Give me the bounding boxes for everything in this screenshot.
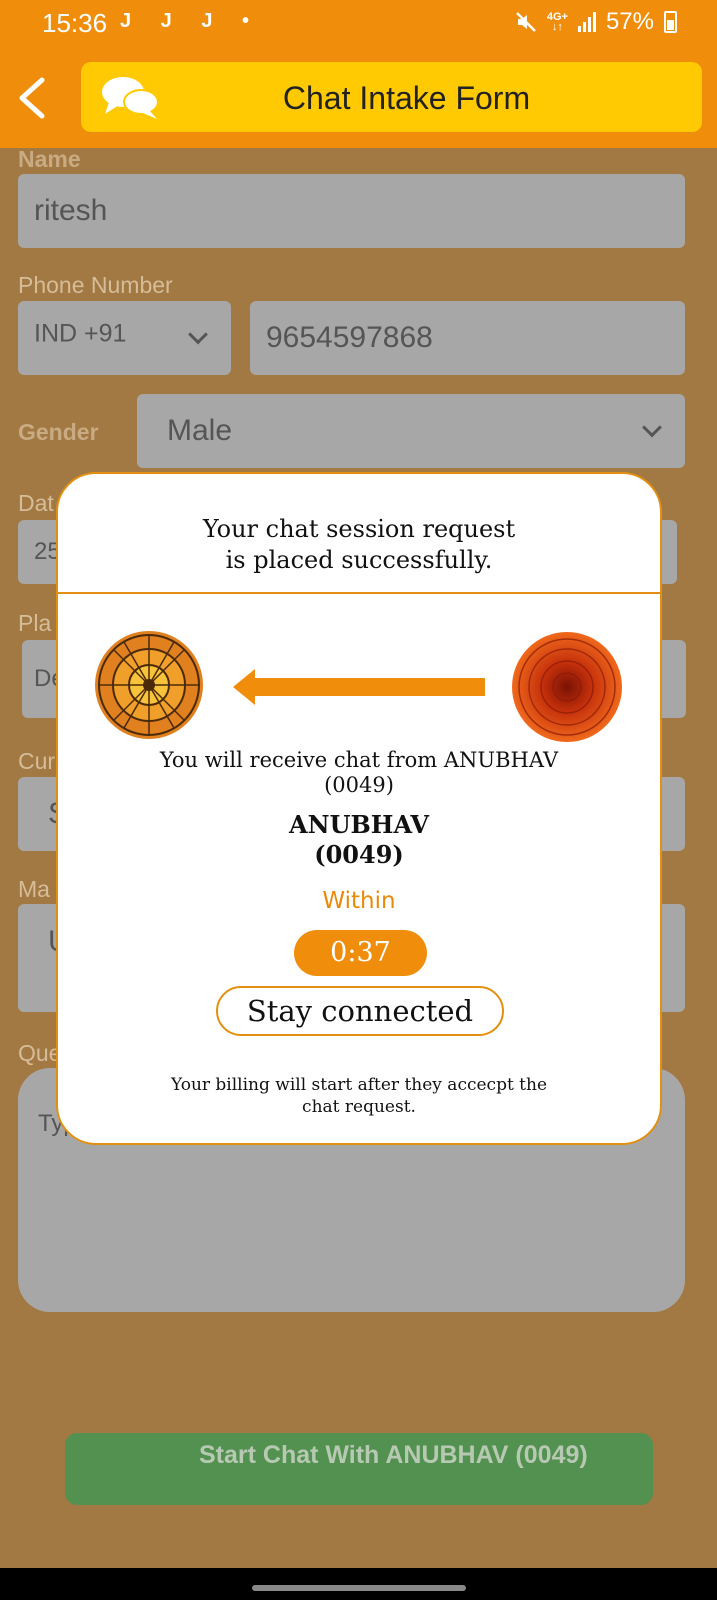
network-type: 4G+ ↓↑ xyxy=(546,11,568,33)
current-label: Cur xyxy=(18,748,56,774)
question-label: Que xyxy=(18,1040,62,1066)
marital-label: Ma xyxy=(18,876,50,902)
phone-field[interactable]: 9654597868 xyxy=(250,301,685,375)
chevron-down-icon xyxy=(188,324,208,345)
dialog-heading: Your chat session request is placed succ… xyxy=(202,515,516,574)
phone-value: 9654597868 xyxy=(266,321,433,354)
date-label: Dat xyxy=(18,490,54,516)
battery-icon xyxy=(664,11,677,33)
chevron-down-icon xyxy=(642,417,662,438)
system-nav-bar xyxy=(0,1568,717,1600)
left-arrow-icon xyxy=(233,669,485,705)
place-label: Pla xyxy=(18,610,52,636)
astrologer-name: ANUBHAV (0049) xyxy=(289,810,429,869)
dialog-divider xyxy=(58,592,660,594)
name-field[interactable]: ritesh xyxy=(18,174,685,248)
name-label: Name xyxy=(18,146,81,172)
status-bar: 15:36 J J J • 4G+ ↓↑ 57% xyxy=(0,0,717,48)
home-gesture-handle[interactable] xyxy=(252,1585,466,1591)
title-bar: Chat Intake Form xyxy=(81,62,702,132)
signal-icon xyxy=(577,12,596,32)
astrologer-avatar xyxy=(512,632,622,742)
gender-label: Gender xyxy=(18,419,99,445)
countdown-timer: 0:37 xyxy=(294,930,427,976)
stay-connected-button[interactable]: Stay connected xyxy=(216,986,504,1036)
mute-icon xyxy=(515,12,536,32)
receive-message: You will receive chat from ANUBHAV (0049… xyxy=(159,748,559,797)
gender-select[interactable]: Male xyxy=(137,394,685,468)
gender-value: Male xyxy=(167,414,233,447)
app-bar: Chat Intake Form xyxy=(0,48,717,148)
notification-icons: J J J • xyxy=(120,10,262,32)
page-title: Chat Intake Form xyxy=(282,80,531,116)
billing-note: Your billing will start after they accec… xyxy=(170,1075,548,1117)
chat-request-dialog: Your chat session request is placed succ… xyxy=(56,472,662,1145)
start-chat-button[interactable]: Start Chat With ANUBHAV (0049) xyxy=(65,1433,653,1505)
name-value: ritesh xyxy=(34,194,108,227)
within-label: Within xyxy=(322,888,396,914)
back-button[interactable] xyxy=(14,76,54,120)
status-right: 4G+ ↓↑ 57% xyxy=(515,8,677,36)
back-arrow-icon xyxy=(19,77,45,119)
country-code-value: IND +91 xyxy=(34,319,127,348)
phone-label: Phone Number xyxy=(18,272,173,298)
battery-percent: 57% xyxy=(605,8,654,35)
status-time: 15:36 xyxy=(42,8,108,38)
country-code-select[interactable]: IND +91 xyxy=(18,301,231,375)
zodiac-wheel-icon xyxy=(95,631,203,739)
